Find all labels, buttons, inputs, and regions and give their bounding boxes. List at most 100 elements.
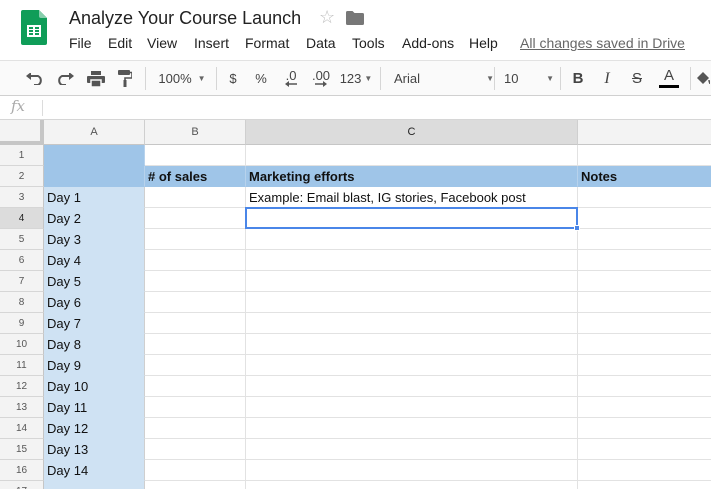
table-cell[interactable] [578, 418, 711, 439]
table-cell[interactable] [578, 145, 711, 166]
print-icon[interactable] [85, 61, 107, 96]
star-icon[interactable]: ☆ [319, 7, 335, 28]
table-cell[interactable] [145, 334, 246, 355]
menu-tools[interactable]: Tools [352, 35, 385, 51]
strikethrough-button[interactable]: S [628, 61, 646, 96]
row-header[interactable]: 16 [0, 460, 44, 481]
table-cell[interactable] [578, 334, 711, 355]
table-cell[interactable] [578, 208, 711, 229]
table-cell[interactable] [145, 187, 246, 208]
document-title[interactable]: Analyze Your Course Launch [69, 8, 301, 29]
day-label-cell[interactable]: Day 12 [44, 418, 145, 439]
row-header[interactable]: 5 [0, 229, 44, 250]
row-header[interactable]: 1 [0, 145, 44, 166]
table-cell[interactable] [578, 292, 711, 313]
table-cell[interactable] [145, 418, 246, 439]
row-header[interactable]: 10 [0, 334, 44, 355]
row-header[interactable]: 2 [0, 166, 44, 187]
undo-icon[interactable] [24, 61, 46, 96]
day-label-cell[interactable]: Day 13 [44, 439, 145, 460]
text-color-button[interactable]: A [658, 61, 680, 96]
table-cell[interactable] [246, 355, 578, 376]
table-cell[interactable] [44, 481, 145, 489]
menu-file[interactable]: File [69, 35, 92, 51]
font-family-select[interactable]: Arial ▼ [394, 61, 494, 96]
column-header-d[interactable] [578, 120, 711, 145]
table-cell[interactable] [145, 397, 246, 418]
row-header[interactable]: 11 [0, 355, 44, 376]
day-label-cell[interactable]: Day 14 [44, 460, 145, 481]
table-cell[interactable] [145, 376, 246, 397]
table-cell[interactable] [44, 145, 145, 166]
header-cell-marketing[interactable]: Marketing efforts [246, 166, 578, 187]
table-cell[interactable] [246, 313, 578, 334]
day-label-cell[interactable]: Day 6 [44, 292, 145, 313]
italic-button[interactable]: I [598, 61, 616, 96]
table-cell[interactable] [145, 145, 246, 166]
table-cell[interactable] [145, 439, 246, 460]
day-label-cell[interactable]: Day 8 [44, 334, 145, 355]
table-cell[interactable] [145, 292, 246, 313]
header-cell-notes[interactable]: Notes [578, 166, 711, 187]
row-header[interactable]: 6 [0, 250, 44, 271]
sheets-logo-icon[interactable] [21, 10, 47, 45]
table-cell[interactable] [578, 250, 711, 271]
column-header-c[interactable]: C [246, 120, 578, 145]
table-cell[interactable] [246, 481, 578, 489]
example-text-cell[interactable]: Example: Email blast, IG stories, Facebo… [246, 187, 578, 208]
table-cell[interactable] [145, 250, 246, 271]
table-cell[interactable] [246, 418, 578, 439]
day-label-cell[interactable]: Day 11 [44, 397, 145, 418]
day-label-cell[interactable]: Day 4 [44, 250, 145, 271]
save-status-link[interactable]: All changes saved in Drive [520, 35, 685, 51]
table-cell[interactable] [246, 208, 578, 229]
row-header[interactable]: 14 [0, 418, 44, 439]
table-cell[interactable] [145, 355, 246, 376]
table-cell[interactable] [578, 439, 711, 460]
table-cell[interactable] [578, 271, 711, 292]
table-cell[interactable] [578, 229, 711, 250]
more-formats-select[interactable]: 123 ▼ [340, 61, 373, 96]
table-cell[interactable] [145, 271, 246, 292]
row-header[interactable]: 13 [0, 397, 44, 418]
menu-help[interactable]: Help [469, 35, 498, 51]
zoom-select[interactable]: 100% ▼ [156, 61, 208, 96]
decrease-decimal-button[interactable]: .0 [280, 61, 302, 96]
table-cell[interactable] [246, 145, 578, 166]
row-header[interactable]: 17 [0, 481, 44, 489]
table-cell[interactable] [246, 292, 578, 313]
day-label-cell[interactable]: Day 10 [44, 376, 145, 397]
table-cell[interactable] [145, 460, 246, 481]
row-header[interactable]: 15 [0, 439, 44, 460]
table-cell[interactable] [246, 250, 578, 271]
day-label-cell[interactable]: Day 2 [44, 208, 145, 229]
table-cell[interactable] [578, 376, 711, 397]
day-label-cell[interactable]: Day 5 [44, 271, 145, 292]
folder-icon[interactable] [346, 11, 364, 25]
table-cell[interactable] [246, 229, 578, 250]
row-header[interactable]: 9 [0, 313, 44, 334]
day-label-cell[interactable]: Day 9 [44, 355, 145, 376]
table-cell[interactable] [246, 460, 578, 481]
bold-button[interactable]: B [569, 61, 587, 96]
row-header[interactable]: 4 [0, 208, 44, 229]
table-cell[interactable] [578, 460, 711, 481]
table-cell[interactable] [145, 313, 246, 334]
row-header[interactable]: 3 [0, 187, 44, 208]
header-cell-sales[interactable]: # of sales [145, 166, 246, 187]
font-size-select[interactable]: 10 ▼ [504, 61, 554, 96]
column-header-b[interactable]: B [145, 120, 246, 145]
table-cell[interactable] [246, 439, 578, 460]
table-cell[interactable] [145, 481, 246, 489]
menu-view[interactable]: View [147, 35, 177, 51]
menu-data[interactable]: Data [306, 35, 336, 51]
day-label-cell[interactable]: Day 1 [44, 187, 145, 208]
fill-color-icon[interactable] [696, 61, 711, 96]
column-header-a[interactable]: A [44, 120, 145, 145]
menu-edit[interactable]: Edit [108, 35, 132, 51]
fill-handle[interactable] [574, 225, 580, 231]
currency-format-button[interactable]: $ [224, 61, 242, 96]
table-cell[interactable] [578, 187, 711, 208]
menu-add-ons[interactable]: Add-ons [402, 35, 454, 51]
table-cell[interactable] [145, 229, 246, 250]
